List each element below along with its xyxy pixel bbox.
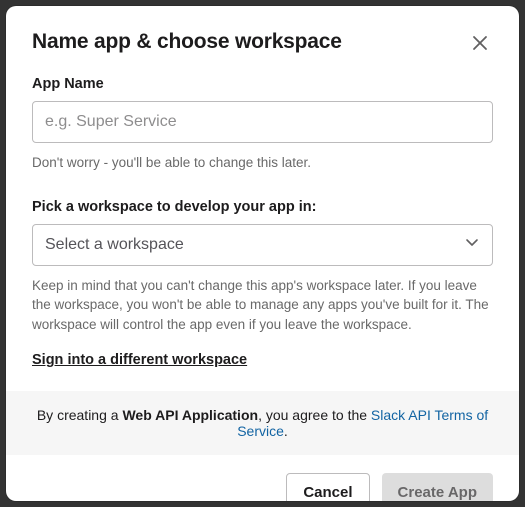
- create-app-modal: Name app & choose workspace App Name Don…: [6, 6, 519, 501]
- close-icon: [471, 40, 489, 55]
- terms-prefix: By creating a: [37, 407, 123, 423]
- workspace-section: Pick a workspace to develop your app in:…: [32, 199, 493, 370]
- app-name-label: App Name: [32, 76, 493, 92]
- app-name-input[interactable]: [32, 101, 493, 143]
- modal-header: Name app & choose workspace: [6, 6, 519, 56]
- workspace-select[interactable]: Select a workspace: [32, 224, 493, 266]
- sign-into-workspace-link[interactable]: Sign into a different workspace: [32, 352, 247, 368]
- close-button[interactable]: [467, 30, 493, 56]
- terms-middle: , you agree to the: [258, 407, 371, 423]
- create-app-button[interactable]: Create App: [382, 473, 493, 501]
- app-name-helper: Don't worry - you'll be able to change t…: [32, 153, 493, 173]
- workspace-selected-value: Select a workspace: [45, 236, 184, 254]
- cancel-button[interactable]: Cancel: [286, 473, 369, 501]
- terms-bar: By creating a Web API Application, you a…: [6, 391, 519, 455]
- chevron-down-icon: [464, 234, 480, 255]
- terms-suffix: .: [284, 423, 288, 439]
- terms-bold: Web API Application: [122, 407, 258, 423]
- workspace-helper: Keep in mind that you can't change this …: [32, 276, 493, 335]
- modal-footer: Cancel Create App: [6, 455, 519, 501]
- modal-body: App Name Don't worry - you'll be able to…: [6, 56, 519, 369]
- workspace-label: Pick a workspace to develop your app in:: [32, 199, 493, 215]
- modal-title: Name app & choose workspace: [32, 30, 342, 54]
